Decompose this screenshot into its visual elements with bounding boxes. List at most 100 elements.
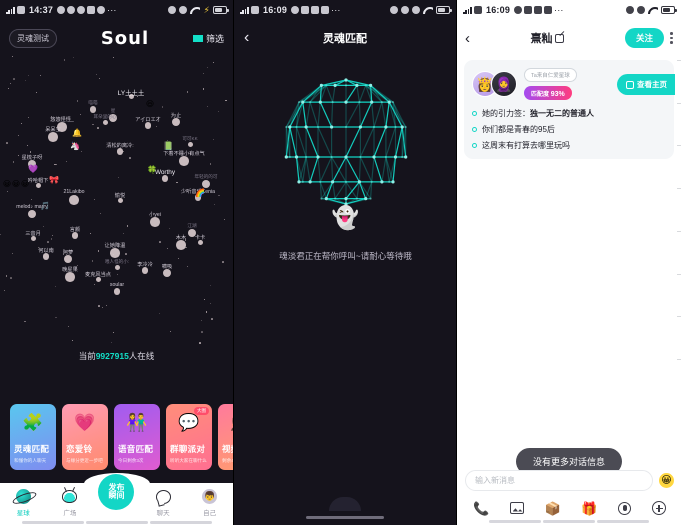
user-avatar-dot[interactable] <box>114 265 120 270</box>
user-avatar-dot[interactable] <box>110 248 120 258</box>
user-avatar-dot[interactable] <box>48 132 58 142</box>
sidebar-item-square[interactable]: 广场 <box>47 488 94 517</box>
user-avatar-dot[interactable] <box>63 255 73 264</box>
user-avatar-dot[interactable] <box>201 180 211 189</box>
user-nickname[interactable]: 21Lakibo <box>63 189 84 195</box>
user-nickname[interactable]: 麦克风当点 <box>85 271 111 278</box>
user-avatar-dot[interactable] <box>89 106 97 113</box>
image-icon[interactable] <box>510 502 525 514</box>
call-icon[interactable]: 📞 <box>473 502 489 515</box>
user-nickname[interactable]: 喂人怪的小: <box>105 259 129 265</box>
emoji-marker[interactable]: 🎵 <box>40 202 50 211</box>
user-nickname[interactable]: アイロエオ <box>135 116 161 123</box>
star-dot <box>186 265 188 267</box>
user-nickname[interactable]: 言颜 <box>70 226 80 233</box>
user-avatar-dot[interactable] <box>187 142 193 147</box>
soul-test-button[interactable]: 灵魂测试 <box>9 28 57 48</box>
star-map[interactable]: LY土土土 喵喵星悠悠怪怪_ 耳朵里的心 アイロエオ 为止 呆呆宝 可可KK 清松的离冷: 星梳… <box>0 56 233 346</box>
user-nickname[interactable]: soular <box>110 282 124 288</box>
user-nickname[interactable]: LY土土土 <box>118 88 145 97</box>
user-nickname[interactable]: 江湖 <box>187 223 196 229</box>
emoji-marker[interactable]: 📗 <box>163 142 173 151</box>
more-icon: ··· <box>107 5 117 15</box>
gift-box-icon[interactable]: 📦 <box>545 502 561 515</box>
star-dot <box>201 320 203 322</box>
online-suffix: 人在线 <box>128 351 155 361</box>
user-nickname[interactable]: 李冷冷 <box>137 261 153 268</box>
user-nickname[interactable]: 让她降温 <box>105 242 126 249</box>
view-homepage-button[interactable]: 查看主页 <box>617 74 675 95</box>
feature-card[interactable]: 👫 语音匹配 今日剩余3次 <box>114 404 160 470</box>
user-nickname[interactable]: 何以南 <box>38 247 54 254</box>
emoji-button[interactable]: 😀 <box>659 473 674 488</box>
emoji-marker[interactable]: 🍀 <box>147 166 157 175</box>
user-avatar-dot[interactable] <box>176 240 186 250</box>
user-nickname[interactable]: 年轻的的可 <box>195 174 218 180</box>
more-options-icon[interactable] <box>670 32 673 44</box>
emoji-marker[interactable]: 🔔 <box>72 129 82 138</box>
user-avatar-dot[interactable] <box>113 288 121 295</box>
user-nickname[interactable]: 愉悦 <box>115 192 125 199</box>
publish-moment-button[interactable]: 发布 瞬间 <box>98 474 135 510</box>
back-button[interactable]: ‹ <box>465 30 470 47</box>
user-nickname[interactable]: 木木 <box>176 234 186 241</box>
signal-icon <box>240 6 249 14</box>
user-nickname[interactable]: 吟哈帽下 <box>28 177 49 184</box>
feature-card[interactable]: 🧩 灵魂匹配 和懂你的人聊天 <box>10 404 56 470</box>
feature-card[interactable]: 💗 恋爱铃 与缘分更近一步吧 <box>62 404 108 470</box>
avatar-partner: 🧕 <box>491 71 517 97</box>
user-avatar-dot[interactable] <box>179 156 189 166</box>
user-nickname[interactable]: Worthy <box>155 169 175 176</box>
user-avatar-dot[interactable] <box>65 272 75 282</box>
user-nickname[interactable]: 悠悠怪怪_ <box>50 116 74 123</box>
user-nickname[interactable]: 小yei <box>149 211 161 218</box>
user-avatar-dot[interactable] <box>69 195 79 205</box>
user-nickname[interactable]: 啸吸 <box>162 263 172 270</box>
user-avatar-dot[interactable] <box>27 210 37 219</box>
user-nickname[interactable]: 星梳子呀 <box>22 154 43 161</box>
star-dot <box>25 80 26 82</box>
sidebar-item-chat[interactable]: 聊天 <box>140 488 187 517</box>
user-nickname[interactable]: 三音月 <box>25 230 41 237</box>
status-right-group: ⚡ <box>168 5 229 16</box>
user-nickname[interactable]: 卡卡 <box>195 234 205 241</box>
gift-icon[interactable]: 🎁 <box>581 502 597 515</box>
follow-button[interactable]: 关注 <box>624 28 664 48</box>
sidebar-item-planet[interactable]: 星球 <box>0 488 47 517</box>
user-nickname[interactable]: 下着不睡小有点气 <box>163 150 205 157</box>
filter-button[interactable]: 筛选 <box>192 32 224 45</box>
feature-card-row[interactable]: 🧩 灵魂匹配 和懂你的人聊天 💗 恋爱铃 与缘分更近一步吧 👫 语音匹配 今日剩余3次 💬 大图 群聊… <box>10 404 233 470</box>
emoji-marker[interactable]: 😆 <box>146 100 154 109</box>
emoji-marker[interactable]: 🌈 <box>195 189 205 198</box>
emoji-marker[interactable]: 😀 <box>21 180 29 189</box>
user-avatar-dot[interactable] <box>171 118 181 127</box>
user-nickname[interactable]: 清松的离冷: <box>106 142 133 149</box>
star-dot <box>211 318 214 320</box>
status-right-group-2 <box>390 6 452 14</box>
emoji-marker[interactable]: 🎀 <box>49 176 59 185</box>
star-dot <box>54 163 56 166</box>
plus-icon[interactable] <box>651 501 666 515</box>
emoji-marker[interactable]: 💜 <box>28 165 38 174</box>
user-nickname[interactable]: 可可KK <box>182 136 197 142</box>
emoji-marker[interactable]: 🦄 <box>70 142 80 151</box>
user-nickname[interactable]: 喵喵 <box>88 100 97 106</box>
star-dot <box>92 123 94 126</box>
emoji-marker[interactable]: 😀 <box>12 180 20 189</box>
emoji-marker[interactable]: 😀 <box>3 180 11 189</box>
voice-icon[interactable] <box>618 501 632 515</box>
feature-card[interactable]: 💬 大图 群聊派对 听听大家在聊什么 <box>166 404 212 470</box>
user-avatar-dot[interactable] <box>102 120 108 125</box>
sidebar-item-me[interactable]: 👦 自己 <box>186 488 233 517</box>
feature-card[interactable]: 👧 视频匹剩余4次 <box>218 404 233 470</box>
user-avatar-dot[interactable] <box>150 217 160 227</box>
edit-icon[interactable] <box>555 33 565 43</box>
user-nickname[interactable]: 晚星果 <box>62 266 78 273</box>
user-nickname[interactable]: 为止 <box>171 112 181 119</box>
message-input[interactable]: 输入新消息 <box>465 470 653 491</box>
user-nickname[interactable]: 耳朵里的心 <box>94 114 117 120</box>
user-nickname[interactable]: 呆呆宝 <box>45 126 61 133</box>
user-nickname[interactable]: 阿萝 <box>63 249 73 256</box>
user-avatar-dot[interactable] <box>162 269 172 278</box>
star-dot <box>161 106 164 109</box>
